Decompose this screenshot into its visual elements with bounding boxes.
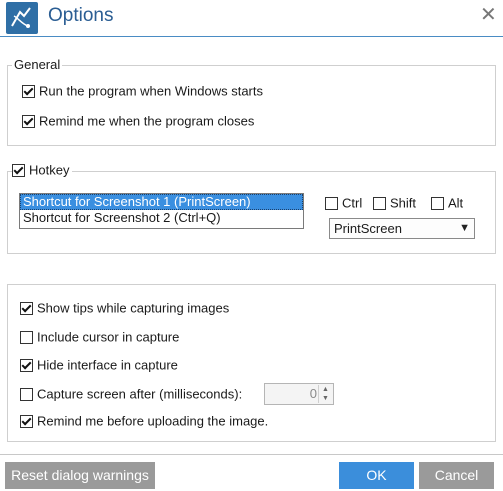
stepper-up-icon[interactable]: ▲ bbox=[318, 385, 332, 394]
cancel-button[interactable]: Cancel bbox=[419, 462, 494, 489]
footer-divider bbox=[0, 454, 503, 455]
include-cursor-option[interactable]: Include cursor in capture bbox=[20, 329, 179, 347]
hotkey-key-value: PrintScreen bbox=[334, 221, 402, 236]
title-divider bbox=[0, 36, 503, 37]
ctrl-modifier[interactable]: Ctrl bbox=[325, 195, 362, 213]
capture-delay-option[interactable]: Capture screen after (milliseconds): bbox=[20, 386, 242, 404]
hotkey-key-select[interactable]: PrintScreen ▼ bbox=[329, 218, 475, 239]
ctrl-label: Ctrl bbox=[342, 195, 363, 211]
run-on-startup-checkbox[interactable] bbox=[22, 85, 35, 99]
show-tips-checkbox[interactable] bbox=[20, 302, 33, 316]
remind-on-close-label: Remind me when the program closes bbox=[39, 113, 255, 129]
ok-button[interactable]: OK bbox=[339, 462, 414, 489]
general-group bbox=[7, 65, 496, 146]
window-title: Options bbox=[48, 5, 114, 26]
reset-warnings-button[interactable]: Reset dialog warnings bbox=[5, 462, 155, 489]
show-tips-option[interactable]: Show tips while capturing images bbox=[20, 300, 229, 318]
shift-modifier[interactable]: Shift bbox=[373, 195, 416, 213]
app-logo-icon bbox=[6, 2, 38, 34]
general-legend: General bbox=[12, 57, 63, 72]
stepper-down-icon[interactable]: ▼ bbox=[318, 394, 332, 403]
hide-interface-label: Hide interface in capture bbox=[37, 357, 178, 373]
hide-interface-option[interactable]: Hide interface in capture bbox=[20, 357, 178, 375]
capture-delay-value: 0 bbox=[309, 386, 317, 401]
run-on-startup-option[interactable]: Run the program when Windows starts bbox=[22, 83, 263, 101]
remind-on-close-checkbox[interactable] bbox=[22, 115, 35, 129]
shift-checkbox[interactable] bbox=[373, 197, 386, 211]
title-bar: Options ✕ bbox=[0, 0, 503, 36]
run-on-startup-label: Run the program when Windows starts bbox=[39, 83, 263, 99]
hotkey-checkbox[interactable] bbox=[12, 164, 25, 178]
hotkey-label: Hotkey bbox=[29, 162, 70, 178]
show-tips-label: Show tips while capturing images bbox=[37, 300, 230, 316]
shortcut-list[interactable]: Shortcut for Screenshot 1 (PrintScreen) … bbox=[19, 193, 304, 229]
alt-checkbox[interactable] bbox=[431, 197, 444, 211]
include-cursor-checkbox[interactable] bbox=[20, 331, 33, 345]
shortcut-list-item[interactable]: Shortcut for Screenshot 2 (Ctrl+Q) bbox=[20, 210, 303, 226]
remind-upload-checkbox[interactable] bbox=[20, 415, 33, 429]
hotkey-toggle[interactable]: Hotkey bbox=[12, 162, 73, 180]
shift-label: Shift bbox=[390, 195, 417, 211]
capture-delay-label: Capture screen after (milliseconds): bbox=[37, 386, 243, 402]
include-cursor-label: Include cursor in capture bbox=[37, 329, 180, 345]
capture-delay-stepper[interactable]: 0 ▲ ▼ bbox=[264, 383, 334, 405]
shortcut-list-item[interactable]: Shortcut for Screenshot 1 (PrintScreen) bbox=[20, 194, 303, 210]
chevron-down-icon: ▼ bbox=[459, 222, 470, 234]
capture-delay-checkbox[interactable] bbox=[20, 388, 33, 402]
alt-modifier[interactable]: Alt bbox=[431, 195, 463, 213]
alt-label: Alt bbox=[448, 195, 464, 211]
remind-upload-option[interactable]: Remind me before uploading the image. bbox=[20, 413, 268, 431]
ctrl-checkbox[interactable] bbox=[325, 197, 338, 211]
remind-upload-label: Remind me before uploading the image. bbox=[37, 413, 269, 429]
hide-interface-checkbox[interactable] bbox=[20, 359, 33, 373]
close-icon[interactable]: ✕ bbox=[480, 5, 497, 25]
remind-on-close-option[interactable]: Remind me when the program closes bbox=[22, 113, 254, 131]
